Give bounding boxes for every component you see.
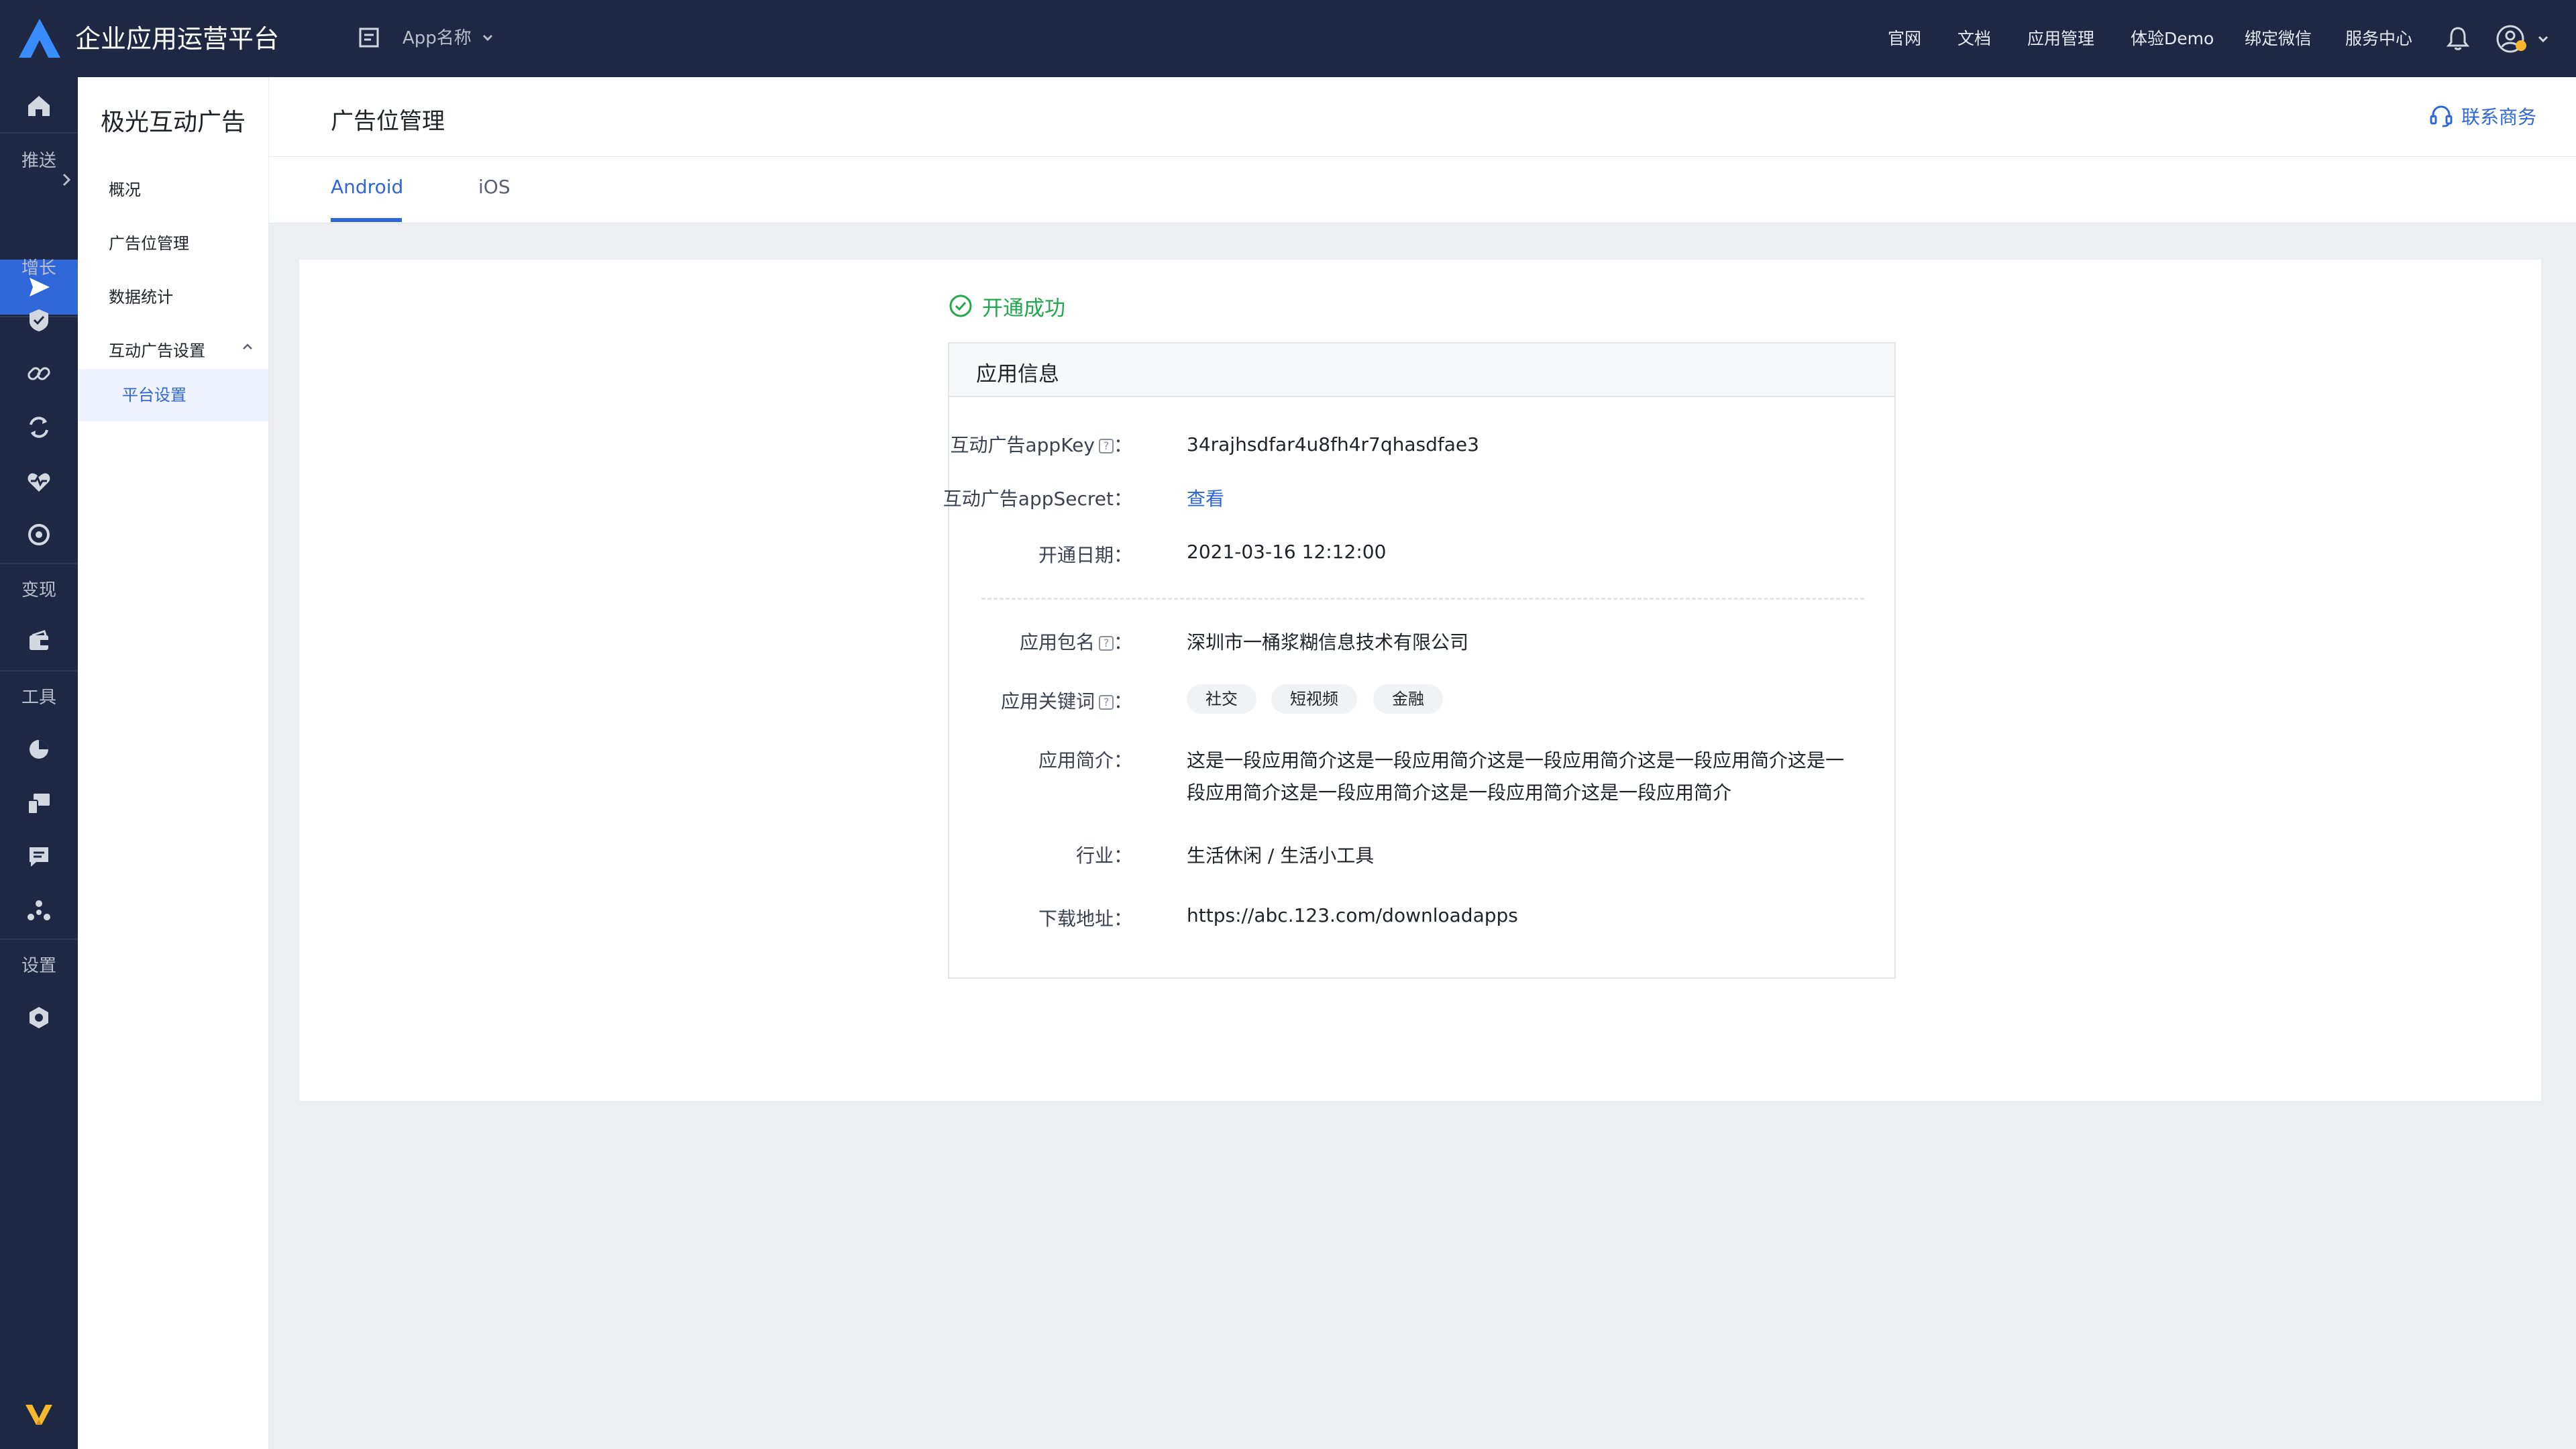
help-icon[interactable]: ? (1098, 636, 1114, 651)
nav-ad-slot-management[interactable]: 广告位管理 (109, 230, 189, 254)
tab-ios[interactable]: iOS (478, 176, 511, 198)
refresh-icon[interactable] (24, 413, 54, 442)
activation-date-value: 2021-03-16 12:12:00 (1187, 541, 1387, 563)
intro-label: 应用简介： (1038, 749, 1132, 771)
rail-group-push: 推送 (21, 151, 56, 171)
hexagon-gear-icon[interactable] (24, 1003, 54, 1032)
chat-icon[interactable] (24, 842, 54, 871)
page-header: 广告位管理 联系商务 (269, 77, 2576, 157)
dashed-divider (981, 598, 1864, 600)
nav-data-statistics[interactable]: 数据统计 (109, 284, 173, 307)
activation-date-label: 开通日期： (1038, 544, 1132, 566)
page-title: 广告位管理 (331, 108, 445, 135)
app-info-header: 应用信息 (949, 343, 1894, 397)
rail-divider (0, 132, 78, 133)
app-info-title: 应用信息 (976, 362, 1059, 386)
rail-group-growth: 增长 (21, 258, 56, 278)
help-icon[interactable]: ? (1098, 439, 1114, 453)
download-url-value: https://abc.123.com/downloadapps (1187, 904, 1518, 926)
nav-docs[interactable]: 文档 (1957, 0, 1991, 77)
secondary-nav: 极光互动广告 概况 广告位管理 数据统计 互动广告设置 平台设置 (78, 77, 269, 1449)
check-circle-icon (949, 294, 972, 317)
keywords-label: 应用关键词?： (1000, 690, 1132, 712)
shield-icon[interactable] (24, 305, 54, 335)
logo-icon[interactable] (23, 1401, 55, 1428)
tab-active-indicator (331, 218, 402, 222)
platform-tabs: Android iOS (269, 157, 2576, 223)
help-icon[interactable]: ? (1098, 695, 1114, 710)
nav-overview[interactable]: 概况 (109, 176, 141, 200)
rail-group-monetize: 变现 (21, 580, 56, 600)
platform-title: 企业应用运营平台 (75, 24, 280, 54)
nav-platform-settings-label: 平台设置 (122, 386, 186, 405)
nav-service-center[interactable]: 服务中心 (2345, 0, 2412, 77)
appkey-label: 互动广告appKey?： (950, 434, 1133, 456)
rail-group-settings: 设置 (21, 956, 56, 976)
package-name-value: 深圳市一桶浆糊信息技术有限公司 (1187, 631, 1469, 653)
app-list-icon[interactable] (358, 27, 380, 48)
brand-logo-icon[interactable] (17, 17, 62, 59)
top-bar: 企业应用运营平台 App名称 官网 文档 应用管理 体验Demo 绑定微信 服务… (0, 0, 2576, 77)
nav-interactive-ad-settings[interactable]: 互动广告设置 (109, 337, 205, 361)
cluster-icon[interactable] (24, 896, 54, 925)
nav-bind-wechat[interactable]: 绑定微信 (2245, 0, 2312, 77)
nav-platform-settings[interactable]: 平台设置 (78, 369, 268, 421)
tab-android[interactable]: Android (331, 176, 403, 198)
pie-chart-icon[interactable] (24, 735, 54, 764)
user-avatar-icon[interactable] (2496, 23, 2528, 55)
chevron-right-icon[interactable] (62, 172, 71, 187)
rail-divider (0, 670, 78, 672)
headset-icon[interactable] (2429, 104, 2453, 128)
keyword-tag: 社交 (1187, 684, 1256, 714)
app-selector[interactable]: App名称 (402, 21, 472, 55)
product-title: 极光互动广告 (101, 109, 246, 136)
app-info-panel: 应用信息 互动广告appKey?： 34rajhsdfar4u8fh4r7qha… (943, 342, 1896, 979)
devices-icon[interactable] (24, 788, 54, 818)
caret-down-icon[interactable] (482, 34, 494, 42)
rail-divider (0, 938, 78, 940)
nav-official-site[interactable]: 官网 (1888, 0, 1921, 77)
download-url-label: 下载地址： (1038, 908, 1132, 930)
heartbeat-icon[interactable] (24, 466, 54, 496)
caret-down-icon[interactable] (2537, 35, 2549, 43)
bell-icon[interactable] (2446, 25, 2470, 51)
package-name-label: 应用包名?： (1019, 631, 1132, 653)
view-appsecret-link[interactable]: 查看 (1187, 484, 1224, 511)
wallet-icon[interactable] (24, 627, 54, 657)
appsecret-label: 互动广告appSecret： (943, 488, 1132, 510)
industry-label: 行业： (1075, 845, 1132, 867)
activation-success-message: 开通成功 (982, 297, 1065, 321)
appkey-value: 34rajhsdfar4u8fh4r7qhasdfae3 (1187, 433, 1479, 455)
target-icon[interactable] (24, 520, 54, 549)
intro-value: 这是一段应用简介这是一段应用简介这是一段应用简介这是一段应用简介这是一段应用简介… (1187, 749, 1845, 804)
product-rail: 推送 增长 变现 工具 设置 (0, 77, 78, 1449)
nav-app-management[interactable]: 应用管理 (2027, 0, 2094, 77)
rail-divider (0, 563, 78, 564)
home-icon[interactable] (24, 91, 54, 120)
nav-demo[interactable]: 体验Demo (2131, 0, 2214, 77)
rail-group-tools: 工具 (21, 688, 56, 708)
link-icon[interactable] (24, 359, 54, 388)
industry-value: 生活休闲 / 生活小工具 (1187, 845, 1375, 867)
contact-sales-link[interactable]: 联系商务 (2461, 103, 2536, 129)
keyword-tag: 短视频 (1271, 684, 1357, 714)
chevron-up-icon[interactable] (241, 343, 254, 351)
keyword-tag: 金融 (1373, 684, 1443, 714)
